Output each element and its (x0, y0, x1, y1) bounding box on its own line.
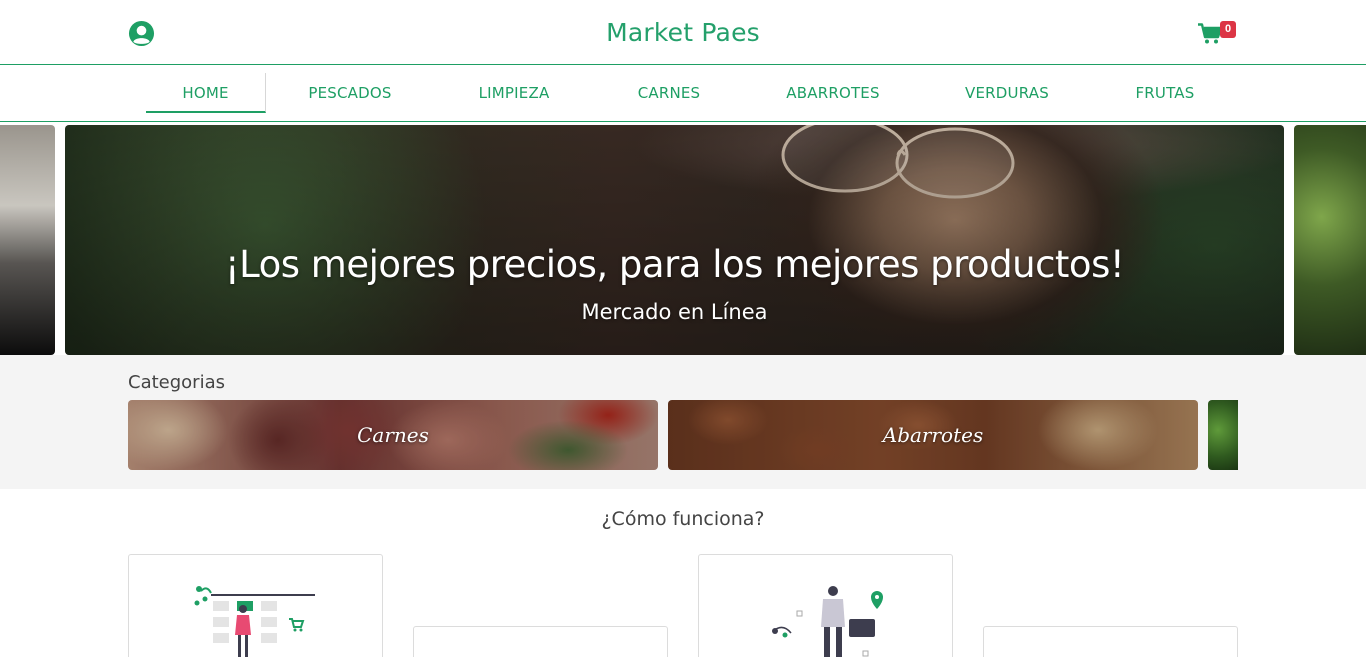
step-card-3 (698, 554, 953, 657)
nav-item-verduras[interactable]: VERDURAS (937, 73, 1077, 113)
hero-title: ¡Los mejores precios, para los mejores p… (224, 243, 1125, 286)
step-card-2 (413, 626, 668, 657)
hero-carousel[interactable]: ¡Los mejores precios, para los mejores p… (0, 125, 1366, 355)
delivery-illustration-icon (772, 586, 883, 657)
nav-item-pescados[interactable]: PESCADOS (290, 73, 410, 113)
shopping-illustration-icon (194, 586, 315, 657)
brand-title[interactable]: Market Paes (0, 18, 1366, 47)
nav-item-abarrotes[interactable]: ABARROTES (763, 73, 903, 113)
category-card-partial[interactable] (1208, 400, 1238, 470)
cart-button[interactable]: 0 (1198, 20, 1242, 46)
categories-section: Categorias Carnes Abarrotes (0, 355, 1366, 489)
categories-heading: Categorias (128, 372, 225, 393)
top-header: Market Paes 0 (0, 0, 1366, 65)
cart-count-badge: 0 (1220, 21, 1236, 38)
nav-item-limpieza[interactable]: LIMPIEZA (454, 73, 574, 113)
nav-item-home[interactable]: HOME (146, 73, 266, 113)
step-card-1 (128, 554, 383, 657)
hero-subtitle: Mercado en Línea (581, 300, 768, 324)
category-card-abarrotes[interactable]: Abarrotes (668, 400, 1198, 470)
carousel-prev-slide[interactable] (0, 125, 55, 355)
category-nav: HOME PESCADOS LIMPIEZA CARNES ABARROTES … (0, 65, 1366, 122)
step-card-4 (983, 626, 1238, 657)
nav-item-carnes[interactable]: CARNES (609, 73, 729, 113)
category-card-carnes[interactable]: Carnes (128, 400, 658, 470)
carousel-active-slide[interactable]: ¡Los mejores precios, para los mejores p… (65, 125, 1284, 355)
carousel-next-slide[interactable] (1294, 125, 1366, 355)
category-label: Abarrotes (882, 423, 984, 447)
shopping-cart-icon (1198, 23, 1222, 44)
nav-item-frutas[interactable]: FRUTAS (1105, 73, 1225, 113)
how-it-works-heading: ¿Cómo funciona? (601, 508, 765, 530)
category-label: Carnes (357, 423, 429, 447)
